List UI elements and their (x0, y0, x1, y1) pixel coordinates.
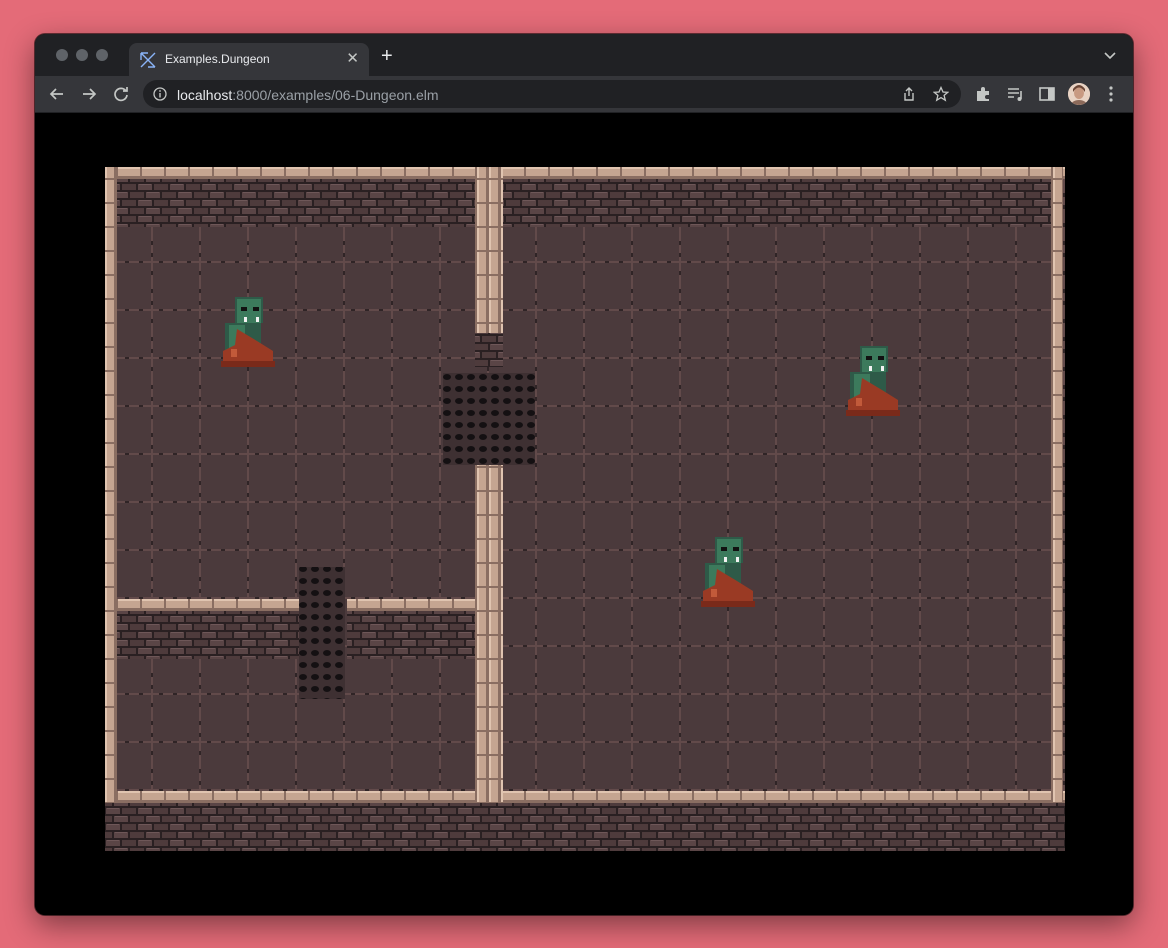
profile-picture (1068, 83, 1090, 105)
tab-title: Examples.Dungeon (165, 52, 270, 66)
playlist-icon[interactable] (1004, 83, 1026, 105)
share-icon[interactable] (901, 86, 917, 102)
url-text[interactable]: localhost:8000/examples/06-Dungeon.elm (177, 87, 439, 103)
spike-trap-passage (299, 567, 345, 699)
info-icon[interactable] (153, 87, 167, 101)
door-stub (475, 333, 503, 367)
browser-window: Examples.Dungeon ✕ + localhost:8000/exam… (35, 34, 1133, 915)
tab-active[interactable]: Examples.Dungeon ✕ (129, 43, 369, 76)
dungeon-map (105, 167, 1065, 851)
elm-tangram-icon (140, 52, 156, 68)
bottom-wall (105, 803, 1065, 851)
spike-trap-doorway (443, 373, 535, 465)
kebab-menu-icon[interactable] (1100, 83, 1122, 105)
tab-bar: Examples.Dungeon ✕ + (35, 34, 1133, 76)
trim-inner-left (117, 599, 299, 611)
trim-left (105, 167, 117, 803)
top-wall-left (117, 179, 475, 227)
window-zoom-button[interactable] (96, 49, 108, 61)
window-close-button[interactable] (56, 49, 68, 61)
side-panel-icon[interactable] (1036, 83, 1058, 105)
orc-enemy[interactable] (217, 293, 277, 371)
inner-wall-right (347, 611, 475, 659)
orc-enemy[interactable] (697, 533, 757, 611)
orc-enemy[interactable] (842, 342, 902, 420)
top-wall-right (503, 179, 1053, 227)
close-icon[interactable]: ✕ (346, 49, 359, 67)
toolbar: localhost:8000/examples/06-Dungeon.elm (35, 76, 1133, 113)
page-viewport (35, 113, 1133, 915)
trim-bottom (105, 791, 1065, 803)
chevron-down-icon[interactable] (1103, 48, 1117, 62)
floor (105, 167, 1065, 851)
url-host: localhost (177, 87, 233, 103)
trim-inner-right (347, 599, 475, 611)
arrow-right-icon[interactable] (78, 83, 100, 105)
trim-top (105, 167, 1065, 179)
window-minimize-button[interactable] (76, 49, 88, 61)
url-path: :8000/examples/06-Dungeon.elm (232, 87, 439, 103)
avatar[interactable] (1068, 83, 1090, 105)
game-canvas[interactable] (105, 167, 1065, 851)
puzzle-icon[interactable] (972, 83, 994, 105)
address-bar[interactable]: localhost:8000/examples/06-Dungeon.elm (143, 80, 961, 108)
plus-icon[interactable]: + (381, 46, 393, 66)
inner-wall-left (117, 611, 299, 659)
trim-divider-lower (475, 465, 503, 803)
reload-icon[interactable] (110, 83, 132, 105)
trim-right (1051, 167, 1063, 803)
trim-divider-upper (475, 167, 503, 333)
star-icon[interactable] (933, 86, 949, 102)
arrow-left-icon[interactable] (46, 83, 68, 105)
